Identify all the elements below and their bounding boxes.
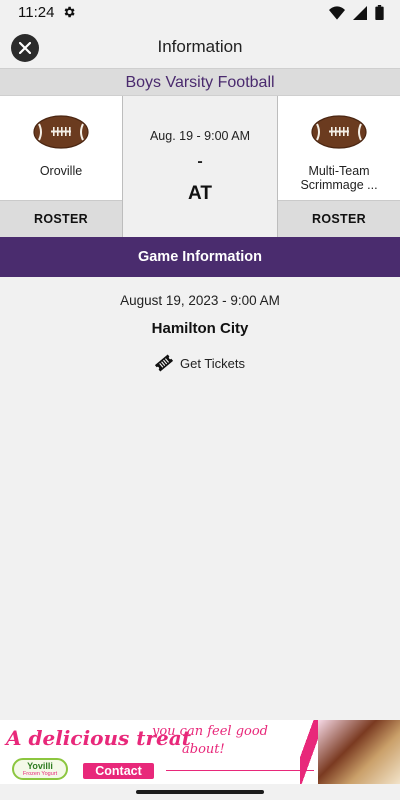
- yovilli-logo: Yovilli Frozen Yogurt: [12, 758, 68, 780]
- game-full-date: August 19, 2023 - 9:00 AM: [120, 293, 280, 308]
- away-team-card: Multi-Team Scrimmage ... ROSTER: [278, 96, 400, 237]
- vs-label: AT: [188, 183, 212, 204]
- sport-title: Boys Varsity Football: [0, 68, 400, 96]
- ad-brand: Yovilli: [27, 761, 53, 771]
- game-information-heading: Game Information: [0, 237, 400, 277]
- away-roster-button[interactable]: ROSTER: [278, 200, 400, 237]
- football-icon: [33, 115, 89, 149]
- ad-dessert-image: [318, 720, 400, 784]
- ticket-icon: [154, 354, 174, 372]
- football-icon: [311, 115, 367, 149]
- home-team-card: Oroville ROSTER: [0, 96, 122, 237]
- get-tickets-link[interactable]: Get Tickets: [154, 352, 245, 374]
- gear-icon: [64, 6, 75, 18]
- status-bar: 11:24: [0, 0, 400, 24]
- away-team-name: Multi-Team Scrimmage ...: [300, 164, 378, 192]
- ad-divider: [166, 770, 314, 771]
- status-time: 11:24: [18, 4, 55, 21]
- game-short-date: Aug. 19 - 9:00 AM: [149, 129, 251, 143]
- matchup-panel: Oroville ROSTER Aug. 19 - 9:00 AM - AT M…: [0, 96, 400, 237]
- ad-tagline-part3: about!: [182, 742, 225, 757]
- home-roster-button[interactable]: ROSTER: [0, 200, 122, 237]
- get-tickets-label: Get Tickets: [180, 355, 246, 371]
- wifi-icon: [329, 5, 345, 20]
- app-header: Information: [0, 24, 400, 68]
- signal-icon: [353, 5, 367, 20]
- game-summary: Aug. 19 - 9:00 AM - AT: [122, 96, 278, 237]
- home-team-name: Oroville: [39, 164, 83, 178]
- ad-banner[interactable]: A delicious treat you can feel good abou…: [0, 720, 400, 784]
- game-location: Hamilton City: [151, 320, 249, 337]
- navigation-bar: [0, 784, 400, 800]
- ad-contact-button[interactable]: Contact: [83, 763, 154, 779]
- home-gesture-handle[interactable]: [136, 790, 264, 794]
- ad-brand-sub: Frozen Yogurt: [22, 771, 58, 777]
- score-separator: -: [197, 153, 203, 170]
- page-title: Information: [157, 37, 243, 56]
- ad-tagline-part2: you can feel good: [152, 724, 268, 739]
- battery-icon: [375, 5, 384, 20]
